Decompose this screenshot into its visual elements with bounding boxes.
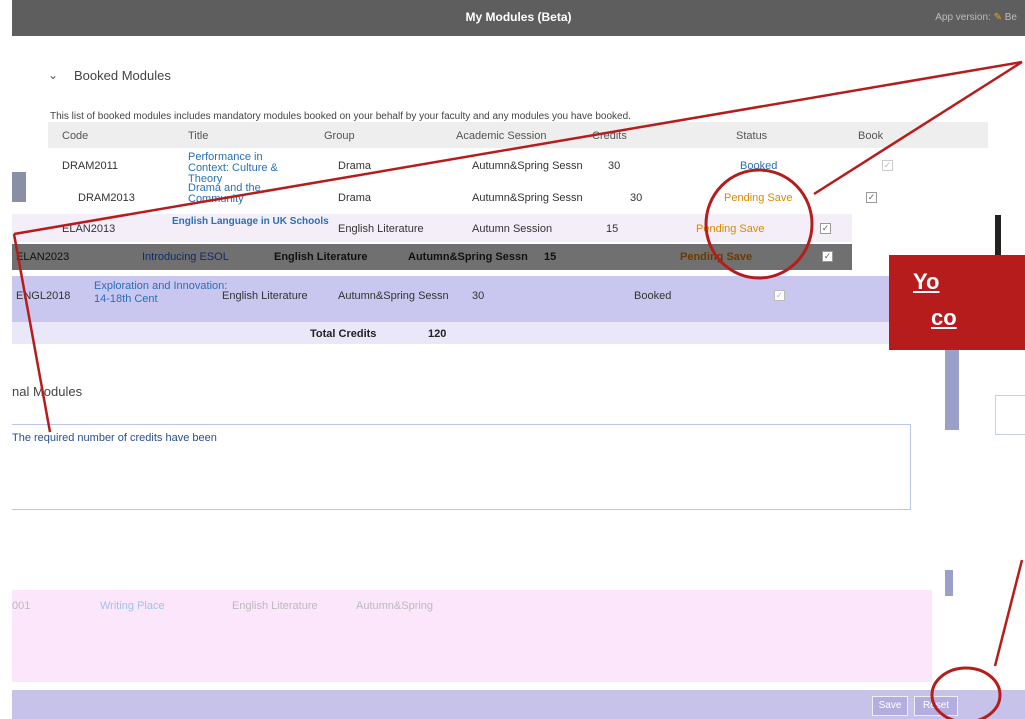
module-credits: 30 xyxy=(630,192,643,204)
right-dark-edge xyxy=(995,215,1001,255)
module-credits: 15 xyxy=(606,223,619,235)
total-credits-value: 120 xyxy=(428,328,447,340)
booked-table-header: Code Title Group Academic Session Credit… xyxy=(48,122,988,148)
module-session: Autumn&Spring xyxy=(356,600,434,612)
module-session: Autumn&Spring Sessn xyxy=(472,192,583,204)
col-status: Status xyxy=(736,130,768,142)
status-badge: Booked xyxy=(634,290,672,302)
right-scroll-marker-lower xyxy=(945,570,953,596)
col-book: Book xyxy=(858,130,884,142)
module-title-link[interactable]: Writing Place xyxy=(100,600,165,612)
module-credits: 30 xyxy=(472,290,485,302)
booked-intro-text: This list of booked modules includes man… xyxy=(50,111,631,122)
pencil-icon: ✎ xyxy=(993,12,1002,23)
module-group: Drama xyxy=(338,192,372,204)
table-row: ELAN2013 English Language in UK Schools … xyxy=(12,214,852,242)
right-scroll-marker xyxy=(945,350,959,430)
version-label: App version: xyxy=(935,12,991,23)
app-version: App version: ✎ Be xyxy=(935,12,1017,23)
book-checkbox[interactable]: ✓ xyxy=(822,251,833,262)
annotation-banner: Yo co xyxy=(889,255,1025,350)
table-row: ENGL2018 Exploration and Innovation: 14-… xyxy=(12,276,932,322)
left-edge-marker xyxy=(12,172,26,202)
annotation-line-1: Yo xyxy=(913,269,940,294)
table-row: DRAM2011 Performance in Context: Culture… xyxy=(48,150,988,185)
module-title-link[interactable]: English Language in UK Schools xyxy=(172,216,332,227)
module-group: Drama xyxy=(338,160,372,172)
status-badge: Pending Save xyxy=(680,251,753,263)
status-badge: Pending Save xyxy=(724,192,793,204)
table-row: DRAM2013 Drama and the Community Drama A… xyxy=(48,181,988,211)
chevron-down-icon[interactable]: ⌄ xyxy=(48,68,58,82)
optional-modules-list: 001 Writing Place English Literature Aut… xyxy=(12,590,932,682)
module-session: Autumn&Spring Sessn xyxy=(472,160,583,172)
module-code: DRAM2011 xyxy=(62,160,119,172)
annotation-line-2: co xyxy=(931,305,957,330)
credits-notice-text: The required number of credits have been xyxy=(12,432,217,444)
book-checkbox[interactable]: ✓ xyxy=(866,192,877,203)
page-title: My Modules (Beta) xyxy=(465,10,572,24)
module-code: 001 xyxy=(12,600,31,612)
save-button[interactable]: Save xyxy=(872,696,908,716)
module-group: English Literature xyxy=(338,223,424,235)
annotation-arrow-save xyxy=(993,559,1024,667)
module-credits: 15 xyxy=(544,251,557,263)
booked-modules-heading[interactable]: Booked Modules xyxy=(60,68,171,83)
col-group: Group xyxy=(324,130,355,142)
version-suffix: Be xyxy=(1004,12,1017,23)
col-code: Code xyxy=(62,130,89,142)
module-group: English Literature xyxy=(222,290,308,302)
col-session: Academic Session xyxy=(456,130,547,142)
module-code: ENGL2018 xyxy=(16,290,71,302)
module-code: DRAM2013 xyxy=(78,192,135,204)
app-header: My Modules (Beta) App version: ✎ Be xyxy=(12,0,1025,36)
book-checkbox[interactable]: ✓ xyxy=(774,290,785,301)
module-session: Autumn&Spring Sessn xyxy=(338,290,449,302)
col-credits: Credits xyxy=(592,130,627,142)
module-session: Autumn&Spring Sessn xyxy=(408,251,528,263)
reset-button[interactable]: Reset xyxy=(914,696,958,716)
module-group: English Literature xyxy=(274,251,368,263)
module-title-link[interactable]: Drama and the Community xyxy=(188,183,298,205)
module-code: ELAN2023 xyxy=(16,251,70,263)
optional-modules-heading[interactable]: nal Modules xyxy=(12,384,82,399)
total-row-bg xyxy=(12,322,932,344)
book-checkbox[interactable]: ✓ xyxy=(882,160,893,171)
table-row: ELAN2023 Introducing ESOL English Litera… xyxy=(12,244,852,270)
module-credits: 30 xyxy=(608,160,621,172)
status-badge: Pending Save xyxy=(696,223,765,235)
module-group: English Literature xyxy=(232,600,318,612)
total-credits-label: Total Credits xyxy=(310,328,377,340)
module-session: Autumn Session xyxy=(472,223,553,235)
module-code: ELAN2013 xyxy=(62,223,116,235)
book-checkbox[interactable]: ✓ xyxy=(820,223,831,234)
module-title-link[interactable]: Introducing ESOL xyxy=(142,251,229,263)
col-title: Title xyxy=(188,130,209,142)
right-panel-box xyxy=(995,395,1025,435)
credits-notice: The required number of credits have been xyxy=(12,424,911,510)
status-badge: Booked xyxy=(740,160,778,172)
